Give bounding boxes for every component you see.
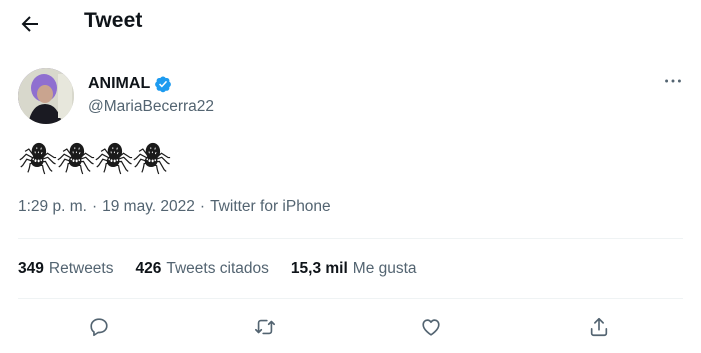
tweet-text: 🕷 🕷 🕷 🕷 — [18, 140, 172, 178]
divider — [18, 298, 683, 299]
arrow-left-icon — [21, 16, 38, 32]
more-horizontal-icon — [665, 79, 681, 83]
likes-stat[interactable]: 15,3 mil Me gusta — [291, 260, 417, 278]
retweet-icon — [255, 319, 275, 335]
tweet-header: Tweet — [0, 0, 701, 48]
retweets-stat[interactable]: 349 Retweets — [18, 260, 114, 278]
tweet-date[interactable]: 19 may. 2022 — [102, 198, 195, 216]
tweet-meta: 1:29 p. m. · 19 may. 2022 · Twitter for … — [18, 198, 331, 216]
likes-label: Me gusta — [352, 260, 417, 277]
like-icon — [422, 319, 440, 336]
reply-button[interactable] — [88, 316, 114, 342]
quote-tweets-stat[interactable]: 426 Tweets citados — [136, 260, 269, 278]
share-icon — [590, 317, 608, 337]
author-handle[interactable]: @MariaBecerra22 — [88, 98, 214, 116]
quote-tweets-count: 426 — [135, 260, 162, 277]
retweets-label: Retweets — [48, 260, 114, 277]
page-title: Tweet — [84, 9, 143, 32]
divider — [18, 238, 683, 239]
spider-emoji: 🕷 — [18, 141, 58, 176]
more-options-button[interactable] — [662, 70, 684, 92]
tweet-source[interactable]: Twitter for iPhone — [210, 198, 331, 216]
back-button[interactable] — [18, 12, 42, 36]
verified-badge-icon — [155, 76, 172, 93]
retweet-button[interactable] — [254, 316, 280, 342]
likes-count: 15,3 mil — [290, 260, 348, 277]
tweet-actions — [0, 312, 701, 348]
spider-emoji: 🕷 — [94, 141, 134, 176]
like-button[interactable] — [420, 316, 446, 342]
author-name-row: ANIMAL — [88, 73, 172, 95]
share-button[interactable] — [588, 316, 614, 342]
retweets-count: 349 — [18, 260, 44, 277]
avatar[interactable] — [18, 68, 74, 124]
tweet-time[interactable]: 1:29 p. m. — [18, 198, 87, 216]
meta-separator: · — [91, 198, 98, 215]
spider-emoji: 🕷 — [56, 141, 96, 176]
author-name[interactable]: ANIMAL — [88, 75, 150, 93]
avatar-image — [18, 68, 74, 124]
meta-separator: · — [199, 198, 206, 215]
tweet-stats: 349 Retweets 426 Tweets citados 15,3 mil… — [18, 260, 439, 278]
reply-icon — [90, 318, 108, 337]
quote-tweets-label: Tweets citados — [166, 260, 269, 277]
spider-emoji: 🕷 — [132, 141, 172, 176]
